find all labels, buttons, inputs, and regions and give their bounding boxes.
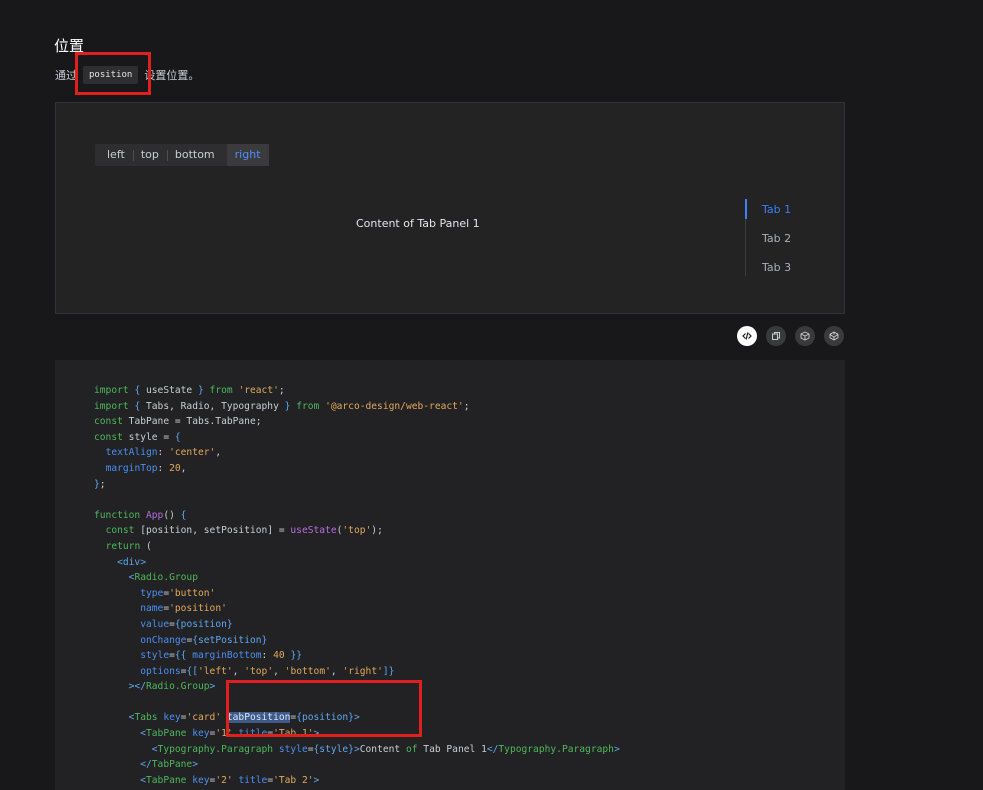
code-line: ></Radio.Group>	[128, 681, 216, 693]
desc-prefix: 通过	[55, 69, 77, 82]
code-line: </TabPane>	[140, 759, 198, 771]
code-toggle-icon[interactable]	[737, 326, 757, 346]
copy-icon[interactable]	[766, 326, 786, 346]
tab-2[interactable]: Tab 2	[762, 232, 791, 245]
tab-3[interactable]: Tab 3	[762, 261, 791, 274]
code-line: onChange={setPosition}	[140, 634, 268, 646]
code-line: <TabPane key='2' title='Tab 2'>	[140, 774, 320, 786]
code-line: <div>	[117, 556, 146, 568]
code-line: value={position}	[140, 618, 233, 630]
codesandbox-icon[interactable]	[795, 326, 815, 346]
code-block: import { useState } from 'react'; import…	[55, 360, 845, 790]
code-line: const style = {	[94, 431, 181, 443]
code-line: function App() {	[94, 509, 187, 521]
highlight-box-position-code	[75, 52, 151, 95]
code-line: options={['left', 'top', 'bottom', 'righ…	[140, 665, 395, 677]
tab-1[interactable]: Tab 1	[762, 203, 791, 216]
highlight-box-tabposition	[226, 680, 422, 737]
code-line: const TabPane = Tabs.TabPane;	[94, 416, 262, 428]
vertical-tab-list: Tab 1 Tab 2 Tab 3	[745, 199, 845, 276]
code-line: textAlign: 'center',	[105, 447, 222, 459]
radio-top[interactable]: top	[132, 144, 167, 166]
code-line: const [position, setPosition] = useState…	[105, 525, 383, 537]
code-line: <Typography.Paragraph style={style}>Cont…	[151, 743, 620, 755]
desc-suffix: 设置位置。	[144, 69, 200, 82]
radio-bottom[interactable]: bottom	[166, 144, 223, 166]
code-line: <Radio.Group	[128, 572, 198, 584]
code-line: name='position'	[140, 603, 227, 615]
tab-ink-bar	[745, 199, 747, 219]
code-line: type='button'	[140, 587, 216, 599]
code-line: import { useState } from 'react';	[94, 385, 285, 396]
code-line: marginTop: 20,	[105, 462, 187, 474]
tab-panel-content: Content of Tab Panel 1	[356, 217, 480, 230]
radio-left[interactable]: left	[99, 144, 133, 166]
code-line: style={{ marginBottom: 40 }}	[140, 650, 303, 662]
demo-preview: left top bottom right Content of Tab Pan…	[55, 102, 845, 314]
codepen-icon[interactable]	[824, 326, 844, 346]
position-radio-group: left top bottom right	[95, 144, 269, 166]
demo-toolbar	[737, 326, 844, 346]
code-line: };	[94, 478, 106, 490]
code-line: import { Tabs, Radio, Typography } from …	[94, 400, 470, 412]
radio-right[interactable]: right	[226, 144, 269, 166]
code-line: return (	[105, 540, 152, 552]
